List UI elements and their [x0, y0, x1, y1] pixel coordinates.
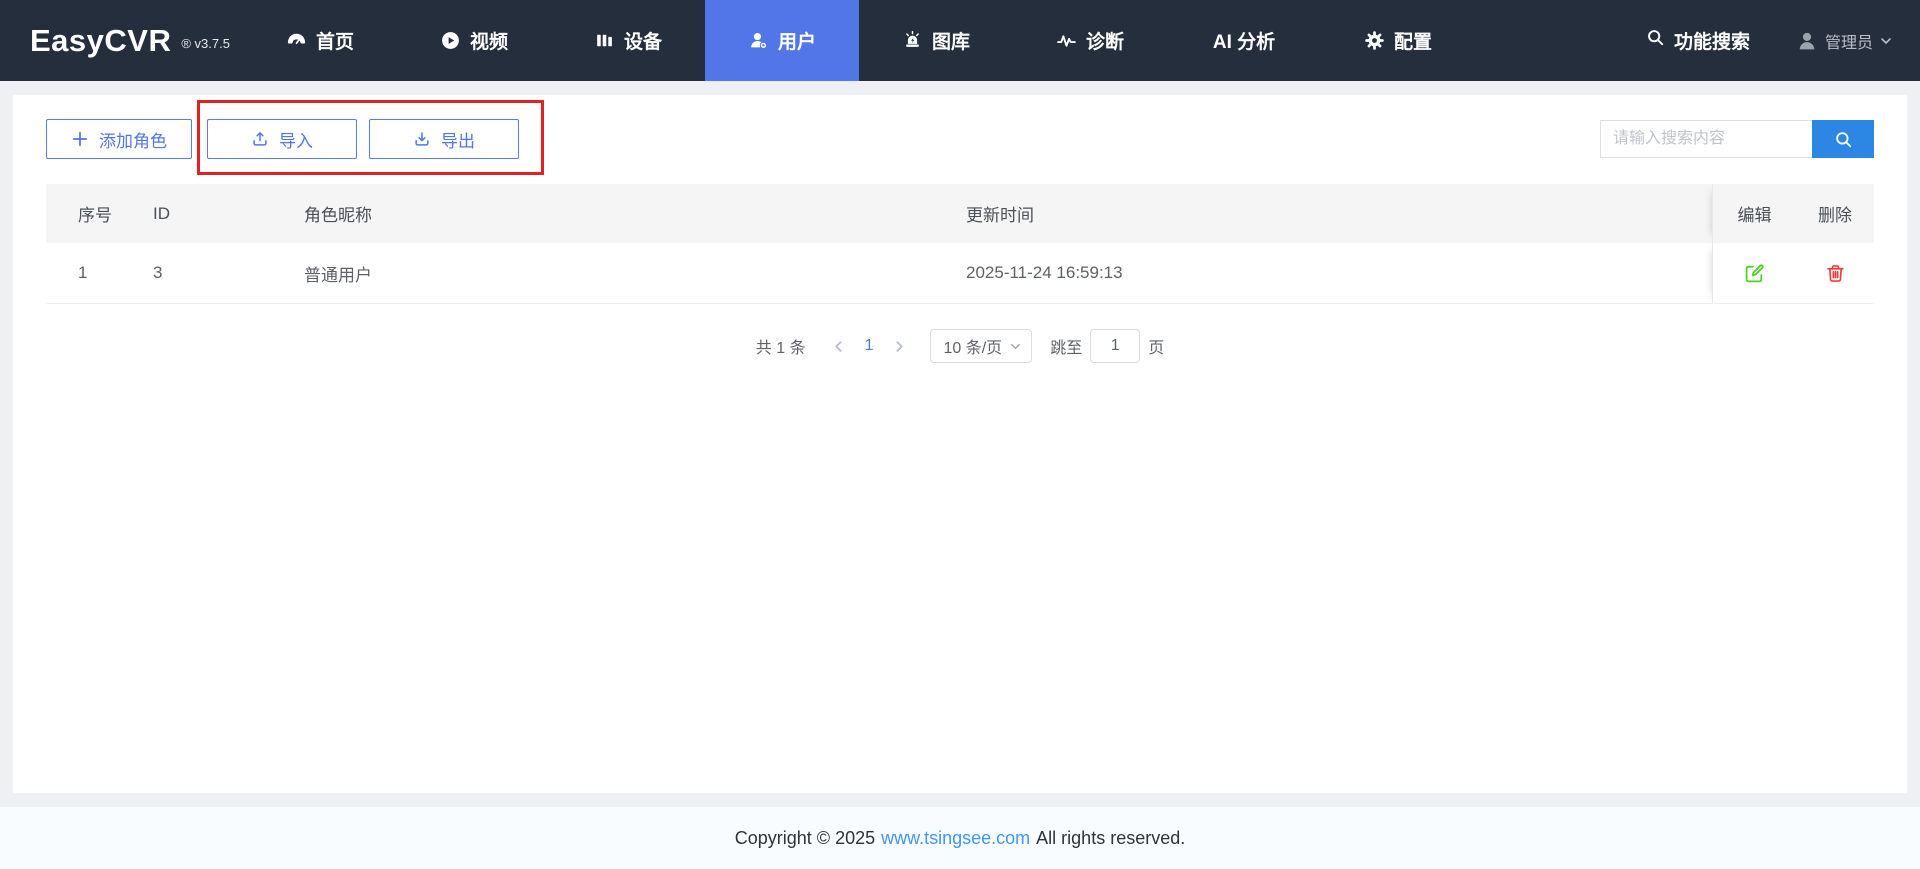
- device-icon: [594, 30, 615, 51]
- row-role-name: 普通用户: [304, 265, 372, 285]
- row-edit-cell: [1712, 243, 1796, 303]
- tsingsee-link[interactable]: www.tsingsee.com: [881, 828, 1030, 849]
- page-number-1[interactable]: 1: [855, 337, 884, 355]
- upload-icon: [253, 132, 267, 146]
- download-icon: [415, 132, 429, 146]
- column-header-name: 角色昵称: [304, 206, 372, 225]
- toolbar: 添加角色 导入 导出: [46, 100, 1874, 175]
- row-index: 1: [78, 263, 88, 282]
- username-label: 管理员: [1824, 34, 1873, 52]
- row-updated-time: 2025-11-24 16:59:13: [966, 263, 1123, 282]
- plus-icon: [72, 131, 88, 147]
- jump-suffix-label: 页: [1148, 340, 1165, 357]
- nav-item-gallery[interactable]: 图库: [859, 0, 1013, 81]
- nav-item-label: 视频: [469, 32, 508, 53]
- prev-page-button[interactable]: [822, 340, 855, 353]
- pagination: 共 1 条 1 10 条/页 跳至 页: [46, 329, 1874, 363]
- nav-item-label: 图库: [931, 32, 970, 53]
- next-page-button[interactable]: [883, 340, 916, 353]
- chevron-down-icon: [1011, 343, 1021, 349]
- function-search-button[interactable]: 功能搜索: [1646, 27, 1750, 54]
- chevron-left-icon: [834, 340, 842, 352]
- content-card: 添加角色 导入 导出 请输入搜索内容 序号 ID 角色昵称 更新时间 编辑 删除…: [13, 95, 1907, 793]
- copyright-suffix: All rights reserved.: [1036, 827, 1186, 848]
- column-header-index: 序号: [78, 206, 112, 225]
- alarm-icon: [902, 30, 923, 51]
- add-role-button[interactable]: 添加角色: [46, 119, 192, 159]
- nav-item-diagnosis[interactable]: 诊断: [1013, 0, 1167, 81]
- nav-item-label: 诊断: [1085, 32, 1124, 53]
- roles-table: 序号 ID 角色昵称 更新时间 编辑 删除 1 3 普通用户 2025-11-2…: [46, 184, 1874, 304]
- top-navbar: EasyCVR ® v3.7.5 首页 视频 设备 用户 图库 诊断 AI 分析: [0, 0, 1920, 81]
- export-label: 导出: [441, 131, 475, 151]
- page-size-label: 10 条/页: [943, 340, 1003, 357]
- main-menu: 首页 视频 设备 用户 图库 诊断 AI 分析 配置: [243, 0, 1475, 81]
- row-delete-cell: [1796, 243, 1874, 303]
- pulse-icon: [1056, 30, 1077, 51]
- add-role-label: 添加角色: [99, 131, 167, 151]
- row-id: 3: [153, 263, 163, 282]
- nav-item-label: AI 分析: [1212, 32, 1276, 53]
- table-row: 1 3 普通用户 2025-11-24 16:59:13: [46, 243, 1874, 304]
- play-icon: [440, 30, 461, 51]
- user-icon: [748, 30, 769, 51]
- import-label: 导入: [279, 131, 313, 151]
- gear-icon: [1364, 30, 1385, 51]
- search-button[interactable]: [1812, 120, 1874, 158]
- import-export-group: 导入 导出: [197, 100, 544, 175]
- column-header-updated: 更新时间: [966, 206, 1034, 225]
- column-header-edit: 编辑: [1712, 184, 1796, 243]
- page-size-select[interactable]: 10 条/页: [930, 329, 1033, 363]
- nav-item-home[interactable]: 首页: [243, 0, 397, 81]
- export-button[interactable]: 导出: [369, 119, 519, 159]
- nav-item-label: 首页: [315, 32, 354, 53]
- import-button[interactable]: 导入: [207, 119, 357, 159]
- nav-item-video[interactable]: 视频: [397, 0, 551, 81]
- navbar-right: 功能搜索 管理员: [1646, 0, 1920, 81]
- app-version: ® v3.7.5: [181, 36, 230, 51]
- search-icon: [1835, 131, 1851, 147]
- nav-item-user[interactable]: 用户: [705, 0, 859, 81]
- brand: EasyCVR ® v3.7.5: [0, 0, 243, 81]
- table-search: [1600, 120, 1874, 158]
- delete-button[interactable]: [1823, 261, 1848, 286]
- user-menu[interactable]: 管理员: [1796, 29, 1892, 53]
- trash-icon: [1826, 264, 1844, 282]
- search-icon: [1646, 28, 1665, 53]
- pagination-total: 共 1 条: [755, 340, 806, 357]
- app-logo: EasyCVR: [30, 22, 172, 58]
- column-header-delete: 删除: [1818, 206, 1852, 225]
- nav-item-device[interactable]: 设备: [551, 0, 705, 81]
- avatar-icon: [1799, 32, 1815, 49]
- nav-item-label: 设备: [623, 32, 662, 53]
- page-footer: Copyright © 2025 www.tsingsee.com All ri…: [0, 807, 1920, 869]
- nav-item-ai-analysis[interactable]: AI 分析: [1167, 0, 1321, 81]
- column-header-id: ID: [153, 203, 170, 223]
- jump-page-input[interactable]: [1090, 329, 1141, 363]
- nav-item-label: 配置: [1393, 32, 1432, 53]
- edit-button[interactable]: [1742, 261, 1767, 286]
- chevron-right-icon: [896, 340, 904, 352]
- function-search-label: 功能搜索: [1673, 32, 1750, 53]
- search-input[interactable]: [1600, 120, 1812, 158]
- page-body: 添加角色 导入 导出 请输入搜索内容 序号 ID 角色昵称 更新时间 编辑 删除…: [0, 81, 1920, 869]
- dashboard-icon: [286, 30, 307, 51]
- table-header-row: 序号 ID 角色昵称 更新时间 编辑 删除: [46, 184, 1874, 243]
- copyright-prefix: Copyright © 2025: [734, 827, 876, 848]
- chevron-down-icon: [1881, 37, 1891, 44]
- nav-item-label: 用户: [777, 32, 816, 53]
- edit-icon: [1745, 263, 1764, 282]
- jump-prefix-label: 跳至: [1050, 340, 1083, 357]
- nav-item-config[interactable]: 配置: [1321, 0, 1475, 81]
